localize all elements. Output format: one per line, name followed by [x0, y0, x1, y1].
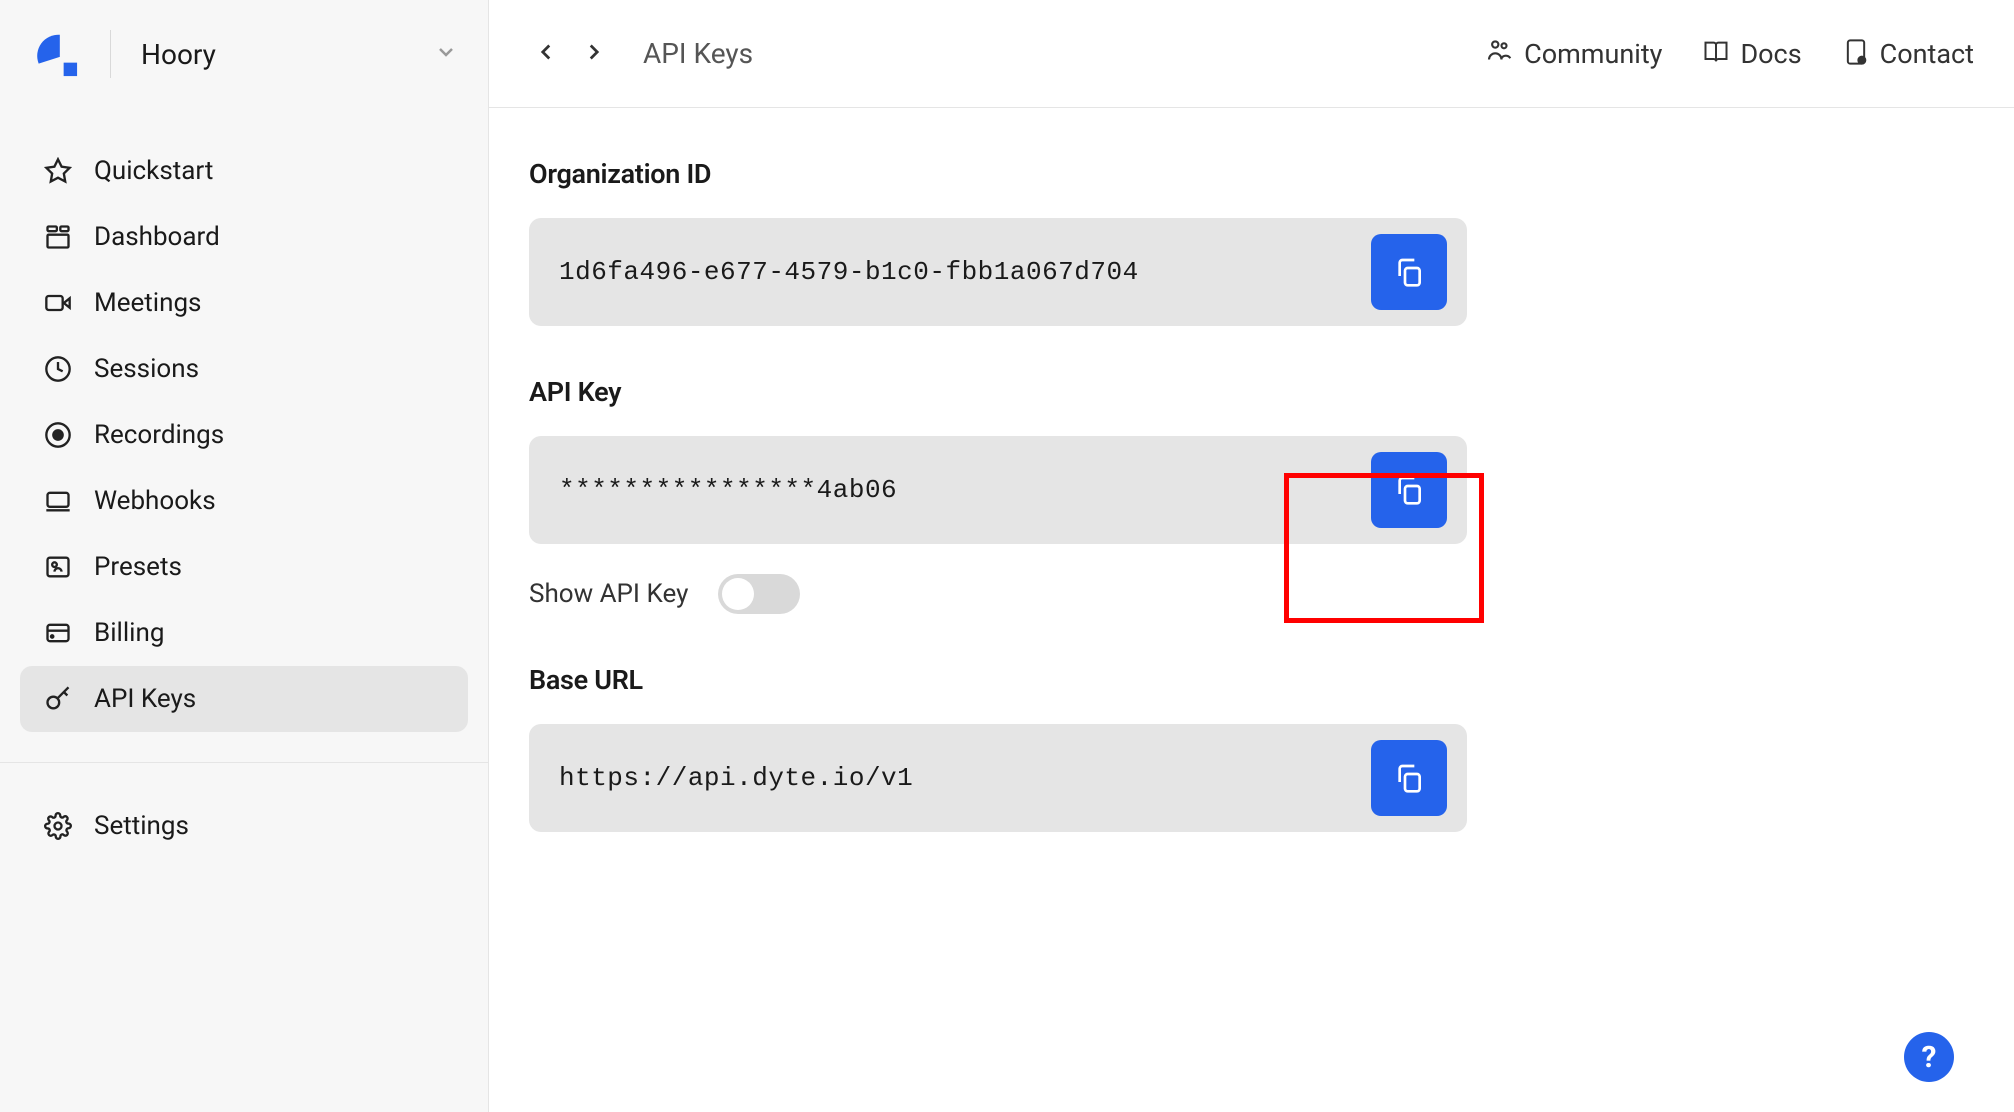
sidebar-item-label: API Keys: [94, 684, 196, 714]
api-key-section: API Key ****************4ab06 Show API K…: [529, 376, 1974, 614]
show-api-key-label: Show API Key: [529, 579, 688, 609]
main-nav: Quickstart Dashboard Meetings Sessions: [0, 108, 488, 763]
sidebar-item-quickstart[interactable]: Quickstart: [20, 138, 468, 204]
sidebar-item-api-keys[interactable]: API Keys: [20, 666, 468, 732]
link-label: Community: [1524, 38, 1662, 70]
settings-section: Settings: [0, 763, 488, 889]
org-id-row: 1d6fa496-e677-4579-b1c0-fbb1a067d704: [529, 218, 1467, 326]
show-api-key-row: Show API Key: [529, 574, 1974, 614]
star-icon: [44, 157, 72, 185]
community-icon: [1484, 37, 1514, 71]
sidebar-item-label: Presets: [94, 552, 182, 582]
laptop-icon: [44, 487, 72, 515]
org-selector[interactable]: Hoory: [141, 38, 458, 71]
video-icon: [44, 289, 72, 317]
contact-link[interactable]: Contact: [1842, 38, 1974, 70]
presets-icon: [44, 553, 72, 581]
key-icon: [44, 685, 72, 713]
contact-icon: [1842, 38, 1870, 70]
copy-api-key-button[interactable]: [1371, 452, 1447, 528]
toggle-thumb: [722, 578, 754, 610]
record-icon: [44, 421, 72, 449]
gear-icon: [44, 812, 72, 840]
sidebar-item-label: Meetings: [94, 288, 201, 318]
book-icon: [1702, 38, 1730, 70]
topbar-left: API Keys: [529, 35, 753, 73]
org-id-label: Organization ID: [529, 158, 1974, 190]
topbar-right: Community Docs Contact: [1484, 37, 1974, 71]
help-button[interactable]: ?: [1904, 1032, 1954, 1082]
copy-base-url-button[interactable]: [1371, 740, 1447, 816]
sidebar: Hoory Quickstart Dashboard: [0, 0, 489, 1112]
chevron-down-icon: [434, 40, 458, 68]
nav-arrows: [529, 35, 611, 73]
divider: [110, 30, 111, 78]
sidebar-item-settings[interactable]: Settings: [20, 793, 468, 859]
org-id-value: 1d6fa496-e677-4579-b1c0-fbb1a067d704: [559, 257, 1371, 287]
link-label: Contact: [1880, 38, 1974, 70]
base-url-section: Base URL https://api.dyte.io/v1: [529, 664, 1974, 832]
forward-button[interactable]: [577, 35, 611, 73]
back-button[interactable]: [529, 35, 563, 73]
show-api-key-toggle[interactable]: [718, 574, 800, 614]
sidebar-item-webhooks[interactable]: Webhooks: [20, 468, 468, 534]
org-id-section: Organization ID 1d6fa496-e677-4579-b1c0-…: [529, 158, 1974, 326]
sidebar-item-sessions[interactable]: Sessions: [20, 336, 468, 402]
link-label: Docs: [1740, 38, 1801, 70]
sidebar-item-label: Webhooks: [94, 486, 216, 516]
sidebar-item-label: Billing: [94, 618, 164, 648]
sidebar-item-label: Settings: [94, 811, 189, 841]
sidebar-item-meetings[interactable]: Meetings: [20, 270, 468, 336]
dashboard-icon: [44, 223, 72, 251]
org-name: Hoory: [141, 38, 216, 71]
base-url-row: https://api.dyte.io/v1: [529, 724, 1467, 832]
sidebar-item-dashboard[interactable]: Dashboard: [20, 204, 468, 270]
billing-icon: [44, 619, 72, 647]
sidebar-header: Hoory: [0, 0, 488, 108]
docs-link[interactable]: Docs: [1702, 38, 1801, 70]
main-content: API Keys Community Docs: [489, 0, 2014, 1112]
sidebar-item-recordings[interactable]: Recordings: [20, 402, 468, 468]
topbar: API Keys Community Docs: [489, 0, 2014, 108]
help-icon: ?: [1922, 1040, 1937, 1075]
sidebar-item-billing[interactable]: Billing: [20, 600, 468, 666]
logo: [30, 30, 80, 78]
sidebar-item-label: Dashboard: [94, 222, 220, 252]
sidebar-item-label: Quickstart: [94, 156, 213, 186]
clock-icon: [44, 355, 72, 383]
page-title: API Keys: [643, 37, 753, 70]
content-area: Organization ID 1d6fa496-e677-4579-b1c0-…: [489, 108, 2014, 1112]
copy-org-id-button[interactable]: [1371, 234, 1447, 310]
api-key-row: ****************4ab06: [529, 436, 1467, 544]
sidebar-item-label: Recordings: [94, 420, 224, 450]
base-url-label: Base URL: [529, 664, 1974, 696]
api-key-label: API Key: [529, 376, 1974, 408]
api-key-value: ****************4ab06: [559, 475, 1371, 505]
base-url-value: https://api.dyte.io/v1: [559, 763, 1371, 793]
sidebar-item-presets[interactable]: Presets: [20, 534, 468, 600]
community-link[interactable]: Community: [1484, 37, 1662, 71]
sidebar-item-label: Sessions: [94, 354, 199, 384]
